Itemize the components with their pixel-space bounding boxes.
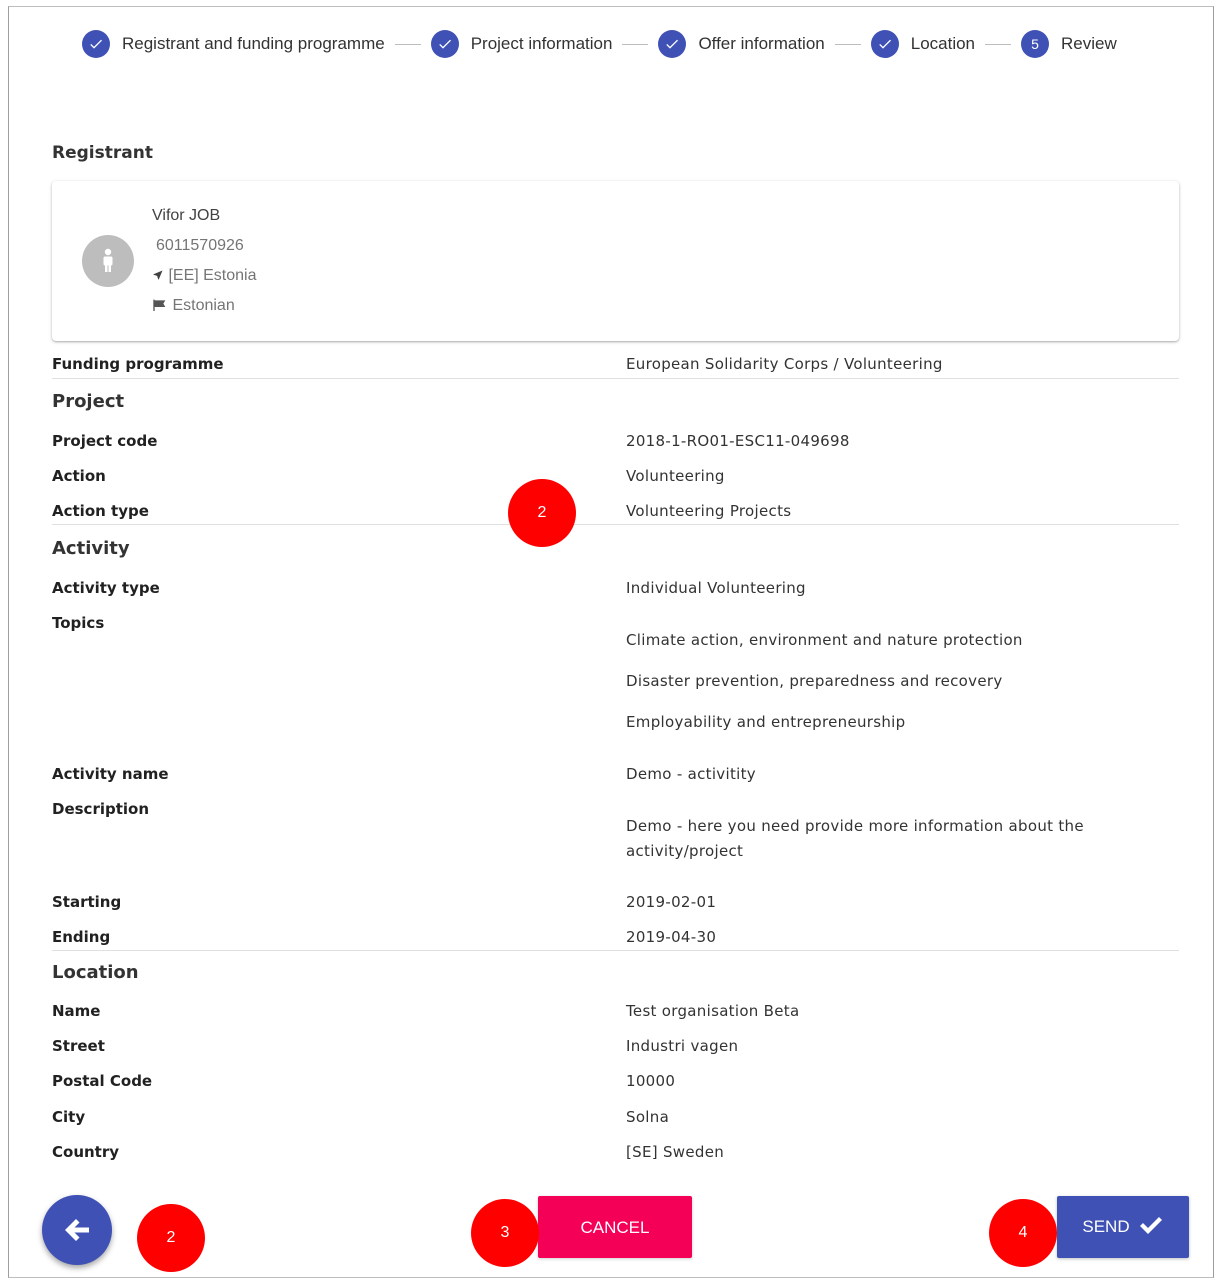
check-icon — [82, 30, 110, 58]
annotation-marker: 2 — [508, 479, 576, 547]
step-connector — [394, 43, 421, 45]
annotation-marker: 3 — [471, 1199, 539, 1267]
field-value: Demo - here you need provide more inform… — [626, 817, 1084, 835]
registrant-country: [EE] Estonia — [168, 267, 257, 284]
step-registrant[interactable]: Registrant and funding programme — [82, 30, 385, 58]
field-value: Individual Volunteering — [626, 579, 806, 597]
field-value: Solna — [626, 1108, 670, 1126]
field-value: Employability and entrepreneurship — [626, 713, 906, 731]
step-review[interactable]: 5 Review — [1021, 30, 1117, 58]
field-value: Demo - activitity — [626, 765, 756, 783]
navigation-arrow-icon — [152, 267, 168, 284]
field-label: Postal Code — [52, 1072, 153, 1090]
field-label: Activity type — [52, 579, 160, 597]
funding-label: Funding programme — [52, 355, 224, 373]
funding-value: European Solidarity Corps / Volunteering — [626, 355, 943, 373]
flag-icon — [152, 297, 172, 314]
field-label: Street — [52, 1037, 105, 1055]
check-icon — [1139, 1217, 1162, 1234]
field-value: 2018-1-RO01-ESC11-049698 — [626, 432, 850, 450]
field-value: 10000 — [626, 1072, 676, 1090]
field-label: Topics — [52, 614, 105, 632]
field-label: Ending — [52, 928, 111, 946]
registrant-card: Vifor JOB 6011570926 [EE] Estonia Estoni… — [52, 181, 1179, 341]
step-location[interactable]: Location — [870, 30, 976, 58]
field-value: Test organisation Beta — [626, 1002, 800, 1020]
field-label: Activity name — [52, 765, 169, 783]
field-value: Industri vagen — [626, 1037, 739, 1055]
field-label: Action — [52, 467, 106, 485]
field-label: City — [52, 1108, 86, 1126]
send-label: SEND — [1082, 1217, 1130, 1236]
step-label: Offer information — [698, 34, 825, 53]
field-label: Action type — [52, 502, 149, 520]
step-project-information[interactable]: Project information — [430, 30, 613, 58]
arrow-left-icon — [65, 1219, 89, 1241]
field-value: [SE] Sweden — [626, 1143, 725, 1161]
field-value: Volunteering — [626, 467, 725, 485]
activity-heading: Activity — [52, 538, 130, 559]
registrant-name: Vifor JOB — [152, 207, 221, 224]
field-label: Name — [52, 1002, 101, 1020]
person-icon — [103, 248, 113, 272]
registrant-id: 6011570926 — [156, 237, 244, 254]
send-button[interactable]: SEND — [1057, 1196, 1189, 1258]
field-value: activity/project — [626, 842, 744, 860]
step-connector — [985, 43, 1012, 45]
field-value: 2019-02-01 — [626, 893, 717, 911]
field-label: Country — [52, 1143, 120, 1161]
step-label: Registrant and funding programme — [122, 34, 385, 53]
field-value: 2019-04-30 — [626, 928, 717, 946]
step-label: Location — [910, 34, 976, 53]
divider — [52, 950, 1179, 951]
back-button[interactable] — [42, 1195, 112, 1265]
field-label: Starting — [52, 893, 122, 911]
stepper: Registrant and funding programme Project… — [82, 28, 1117, 60]
divider — [52, 524, 1179, 525]
check-icon — [870, 30, 899, 58]
project-heading: Project — [52, 391, 125, 412]
step-connector — [834, 43, 861, 45]
step-connector — [622, 43, 649, 45]
field-value: Climate action, environment and nature p… — [626, 631, 1023, 649]
annotation-marker: 2 — [137, 1204, 205, 1272]
step-label: Project information — [470, 34, 613, 53]
check-icon — [430, 30, 459, 58]
step-offer-information[interactable]: Offer information — [658, 30, 825, 58]
step-number: 5 — [1021, 30, 1050, 58]
check-icon — [658, 30, 687, 58]
registrant-heading: Registrant — [52, 143, 153, 163]
field-label: Project code — [52, 432, 158, 450]
location-heading: Location — [52, 962, 139, 983]
divider — [52, 378, 1179, 379]
avatar — [82, 235, 134, 287]
step-label: Review — [1061, 34, 1117, 53]
cancel-label: CANCEL — [580, 1218, 650, 1237]
field-value: Disaster prevention, preparedness and re… — [626, 672, 1003, 690]
annotation-marker: 4 — [989, 1199, 1057, 1267]
cancel-button[interactable]: CANCEL — [538, 1196, 692, 1258]
field-value: Volunteering Projects — [626, 502, 792, 520]
field-label: Description — [52, 800, 150, 818]
registrant-language: Estonian — [172, 297, 235, 314]
